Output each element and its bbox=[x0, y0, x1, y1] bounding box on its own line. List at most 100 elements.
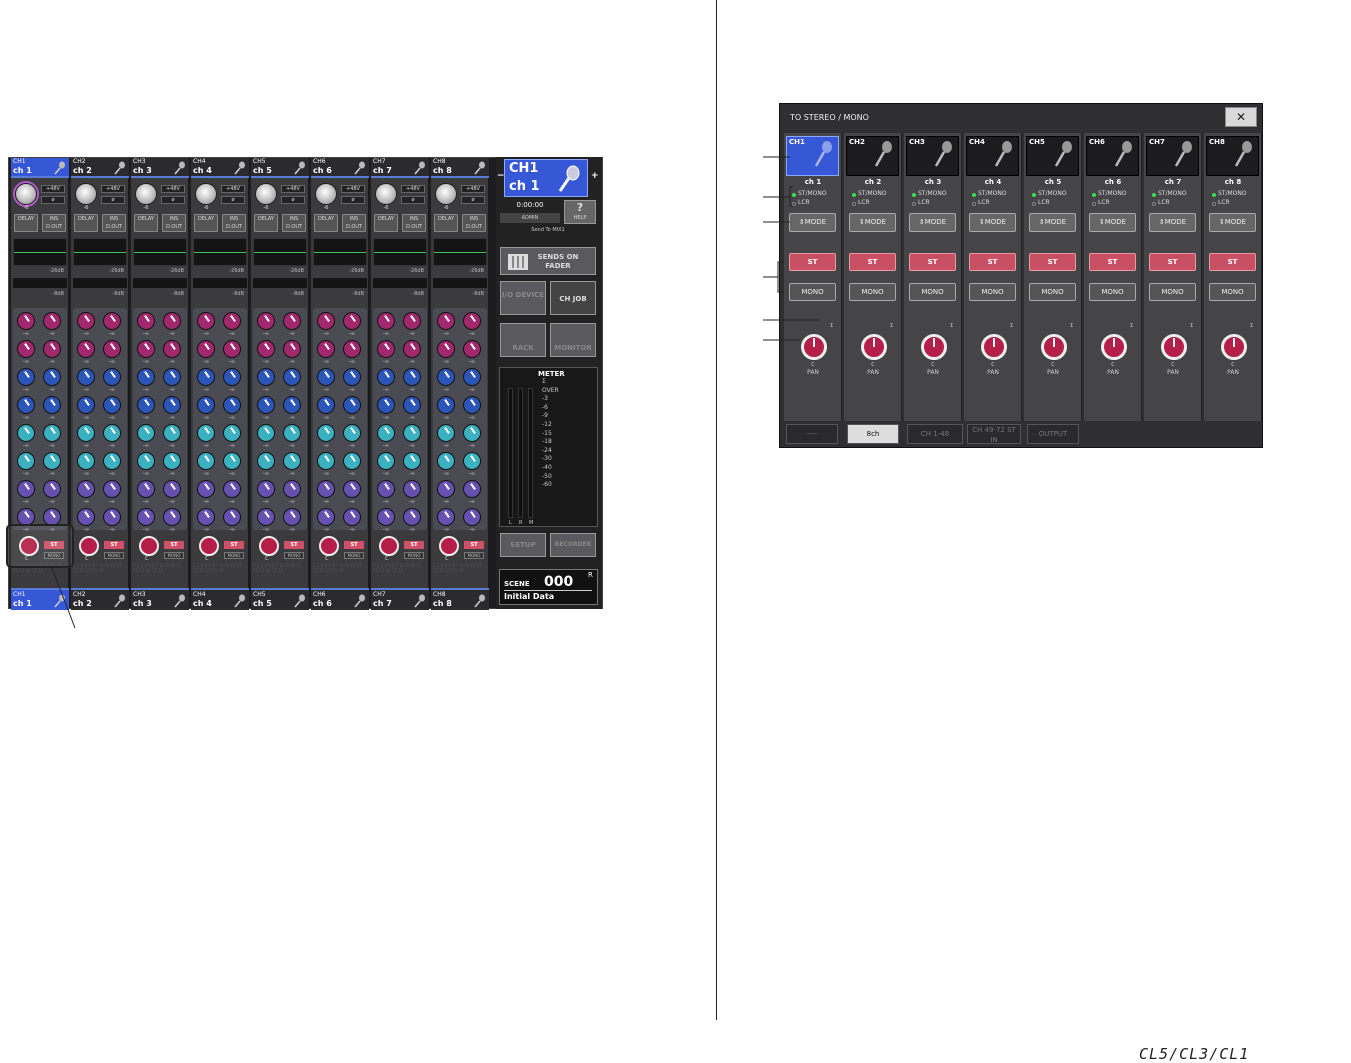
send-level-knob[interactable] bbox=[223, 340, 241, 358]
pan-knob[interactable] bbox=[319, 536, 339, 556]
send-level-knob[interactable] bbox=[257, 368, 275, 386]
send-level-knob[interactable] bbox=[343, 508, 361, 526]
send-level-knob[interactable] bbox=[197, 508, 215, 526]
send-level-knob[interactable] bbox=[437, 480, 455, 498]
phase-indicator[interactable]: ø bbox=[101, 196, 125, 204]
st-button[interactable]: ST bbox=[104, 541, 124, 549]
st-button[interactable]: ST bbox=[344, 541, 364, 549]
send-level-knob[interactable] bbox=[463, 508, 481, 526]
send-level-knob[interactable] bbox=[137, 508, 155, 526]
send-level-knob[interactable] bbox=[223, 396, 241, 414]
eq-graph[interactable] bbox=[433, 238, 487, 266]
send-level-knob[interactable] bbox=[437, 452, 455, 470]
send-level-knob[interactable] bbox=[283, 480, 301, 498]
send-level-knob[interactable] bbox=[257, 480, 275, 498]
dynamics-display[interactable] bbox=[253, 278, 307, 288]
insert-button[interactable]: INS D.OUT bbox=[402, 214, 426, 232]
pan-knob[interactable] bbox=[981, 334, 1007, 360]
st-button[interactable]: ST bbox=[1209, 253, 1256, 271]
send-level-knob[interactable] bbox=[377, 396, 395, 414]
send-level-knob[interactable] bbox=[377, 508, 395, 526]
channel-name-footer[interactable]: CH7 ch 7 bbox=[371, 588, 429, 610]
mono-button[interactable]: MONO bbox=[909, 283, 956, 301]
sends-on-fader-button[interactable]: SENDS ON FADER bbox=[500, 247, 596, 275]
mono-button[interactable]: MONO bbox=[1029, 283, 1076, 301]
send-level-knob[interactable] bbox=[283, 452, 301, 470]
send-level-knob[interactable] bbox=[103, 340, 121, 358]
channel-select-button[interactable]: CH8 bbox=[1206, 136, 1259, 176]
prev-channel-button[interactable]: − bbox=[497, 171, 505, 181]
send-level-knob[interactable] bbox=[317, 508, 335, 526]
phase-indicator[interactable]: ø bbox=[161, 196, 185, 204]
send-level-knob[interactable] bbox=[377, 452, 395, 470]
send-level-knob[interactable] bbox=[403, 368, 421, 386]
channel-name-footer[interactable]: CH8 ch 8 bbox=[431, 588, 489, 610]
send-level-knob[interactable] bbox=[317, 368, 335, 386]
st-button[interactable]: ST bbox=[1149, 253, 1196, 271]
channel-name-footer[interactable]: CH4 ch 4 bbox=[191, 588, 249, 610]
send-level-knob[interactable] bbox=[257, 396, 275, 414]
send-level-knob[interactable] bbox=[137, 452, 155, 470]
eq-graph[interactable] bbox=[373, 238, 427, 266]
phantom-indicator[interactable]: +48V bbox=[221, 185, 245, 193]
send-level-knob[interactable] bbox=[197, 368, 215, 386]
st-button[interactable]: ST bbox=[404, 541, 424, 549]
channel-name-header[interactable]: CH3 ch 3 bbox=[131, 158, 189, 178]
channel-range-tab[interactable]: OUTPUT bbox=[1027, 424, 1079, 444]
send-level-knob[interactable] bbox=[163, 396, 181, 414]
eq-graph[interactable] bbox=[133, 238, 187, 266]
phase-indicator[interactable]: ø bbox=[281, 196, 305, 204]
delay-button[interactable]: DELAY bbox=[374, 214, 398, 232]
setup-button[interactable]: SETUP bbox=[500, 533, 546, 557]
send-level-knob[interactable] bbox=[257, 424, 275, 442]
pan-knob[interactable] bbox=[199, 536, 219, 556]
st-button[interactable]: ST bbox=[224, 541, 244, 549]
send-level-knob[interactable] bbox=[197, 452, 215, 470]
channel-select-button[interactable]: CH7 bbox=[1146, 136, 1199, 176]
pan-knob[interactable] bbox=[439, 536, 459, 556]
send-level-knob[interactable] bbox=[257, 452, 275, 470]
dynamics-display[interactable] bbox=[133, 278, 187, 288]
selected-channel-display[interactable]: CH1 ch 1 bbox=[504, 159, 588, 197]
delay-button[interactable]: DELAY bbox=[254, 214, 278, 232]
send-level-knob[interactable] bbox=[197, 424, 215, 442]
mono-button[interactable]: MONO bbox=[224, 552, 244, 559]
send-level-knob[interactable] bbox=[197, 396, 215, 414]
send-level-knob[interactable] bbox=[343, 480, 361, 498]
send-level-knob[interactable] bbox=[103, 312, 121, 330]
send-level-knob[interactable] bbox=[317, 396, 335, 414]
dynamics-display[interactable] bbox=[433, 278, 487, 288]
send-level-knob[interactable] bbox=[197, 480, 215, 498]
send-level-knob[interactable] bbox=[403, 480, 421, 498]
eq-graph[interactable] bbox=[253, 238, 307, 266]
send-level-knob[interactable] bbox=[403, 508, 421, 526]
insert-button[interactable]: INS D.OUT bbox=[462, 214, 486, 232]
send-level-knob[interactable] bbox=[463, 340, 481, 358]
pan-knob[interactable] bbox=[1101, 334, 1127, 360]
channel-name-footer[interactable]: CH3 ch 3 bbox=[131, 588, 189, 610]
channel-select-button[interactable]: CH6 bbox=[1086, 136, 1139, 176]
mono-button[interactable]: MONO bbox=[344, 552, 364, 559]
send-level-knob[interactable] bbox=[163, 312, 181, 330]
dca-assign[interactable]: 1 2 3 4 5 6 7 8 / 9 10 11 12 13 14 15 16 bbox=[433, 563, 487, 585]
send-level-knob[interactable] bbox=[197, 312, 215, 330]
dca-assign[interactable]: 1 2 3 4 5 6 7 8 / 9 10 11 12 13 14 15 16 bbox=[133, 563, 187, 585]
send-level-knob[interactable] bbox=[257, 508, 275, 526]
send-level-knob[interactable] bbox=[463, 480, 481, 498]
send-level-knob[interactable] bbox=[283, 368, 301, 386]
dca-assign[interactable]: 1 2 3 4 5 6 7 8 / 9 10 11 12 13 14 15 16 bbox=[193, 563, 247, 585]
mode-button[interactable]: ⇕MODE bbox=[1149, 213, 1196, 232]
scene-display[interactable]: SCENE 000 R Initial Data bbox=[499, 569, 598, 605]
send-level-knob[interactable] bbox=[283, 424, 301, 442]
send-level-knob[interactable] bbox=[343, 396, 361, 414]
pan-knob[interactable] bbox=[379, 536, 399, 556]
send-level-knob[interactable] bbox=[437, 508, 455, 526]
send-level-knob[interactable] bbox=[463, 396, 481, 414]
mono-button[interactable]: MONO bbox=[849, 283, 896, 301]
mode-button[interactable]: ⇕MODE bbox=[909, 213, 956, 232]
rack-button[interactable]: RACK bbox=[500, 323, 546, 357]
mono-button[interactable]: MONO bbox=[104, 552, 124, 559]
pan-knob[interactable] bbox=[259, 536, 279, 556]
send-level-knob[interactable] bbox=[403, 396, 421, 414]
user-display[interactable]: ADMIN bbox=[500, 213, 560, 223]
